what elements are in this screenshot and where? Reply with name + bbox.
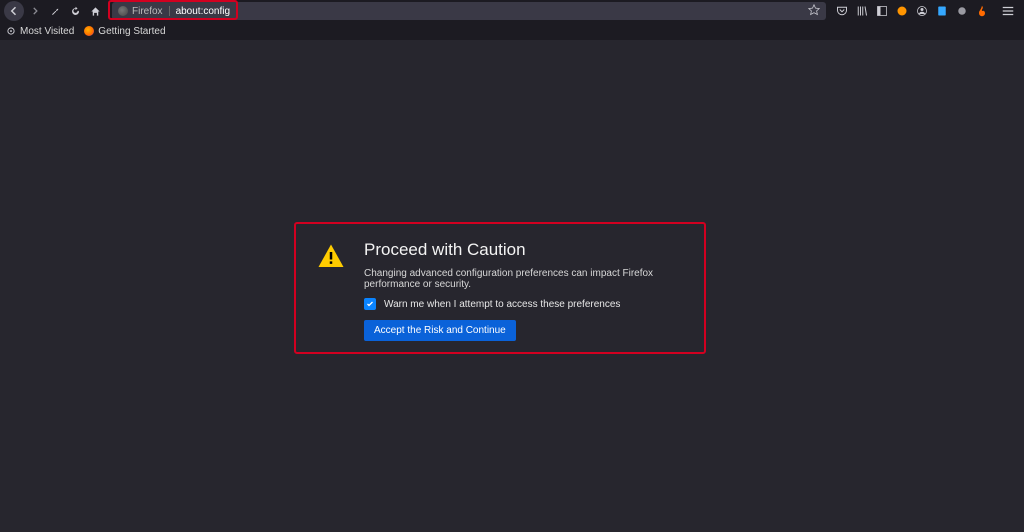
- extension-fire-button[interactable]: [974, 3, 990, 19]
- url-text: about:config: [176, 6, 231, 17]
- bookmarks-bar: Most Visited Getting Started: [0, 22, 1024, 40]
- bookmark-getting-started[interactable]: Getting Started: [84, 26, 165, 37]
- bookmark-star-button[interactable]: [808, 4, 820, 19]
- arrow-right-icon: [30, 6, 40, 16]
- toolbar-right: [834, 3, 1020, 19]
- extension-orange-button[interactable]: [894, 3, 910, 19]
- extension-blue-button[interactable]: [934, 3, 950, 19]
- bookmark-label: Getting Started: [98, 26, 165, 37]
- sidebar-button[interactable]: [874, 3, 890, 19]
- pocket-button[interactable]: [834, 3, 850, 19]
- gear-icon: [6, 26, 16, 36]
- content-area: Proceed with Caution Changing advanced c…: [0, 40, 1024, 532]
- note-blue-icon: [936, 5, 948, 17]
- arrow-left-icon: [8, 5, 20, 17]
- firefox-identity-icon: [118, 6, 128, 16]
- dialog-highlight-box: [294, 222, 706, 354]
- bookmark-label: Most Visited: [20, 26, 74, 37]
- forward-button[interactable]: [26, 2, 44, 20]
- home-button[interactable]: [86, 2, 104, 20]
- gray-dot-icon: [956, 5, 968, 17]
- star-icon: [808, 4, 820, 16]
- url-bar-container: Firefox about:config: [112, 2, 826, 20]
- hamburger-icon: [1001, 4, 1015, 18]
- browser-toolbar: Firefox about:config: [0, 0, 1024, 22]
- sidebar-icon: [876, 5, 888, 17]
- fire-icon: [976, 5, 988, 17]
- shield-orange-icon: [896, 5, 908, 17]
- account-button[interactable]: [914, 3, 930, 19]
- url-bar[interactable]: Firefox about:config: [112, 2, 826, 20]
- url-identity-label: Firefox: [132, 6, 163, 17]
- bookmark-most-visited[interactable]: Most Visited: [6, 26, 74, 37]
- firefox-icon: [84, 26, 94, 36]
- wrench-icon: [50, 6, 61, 17]
- account-icon: [916, 5, 928, 17]
- devtools-button[interactable]: [46, 2, 64, 20]
- library-icon: [856, 5, 868, 17]
- pocket-icon: [836, 5, 848, 17]
- home-icon: [90, 6, 101, 17]
- reload-button[interactable]: [66, 2, 84, 20]
- back-button[interactable]: [4, 1, 24, 21]
- extension-gray-button[interactable]: [954, 3, 970, 19]
- menu-button[interactable]: [1000, 3, 1016, 19]
- reload-icon: [70, 6, 81, 17]
- url-separator: [169, 6, 170, 16]
- library-button[interactable]: [854, 3, 870, 19]
